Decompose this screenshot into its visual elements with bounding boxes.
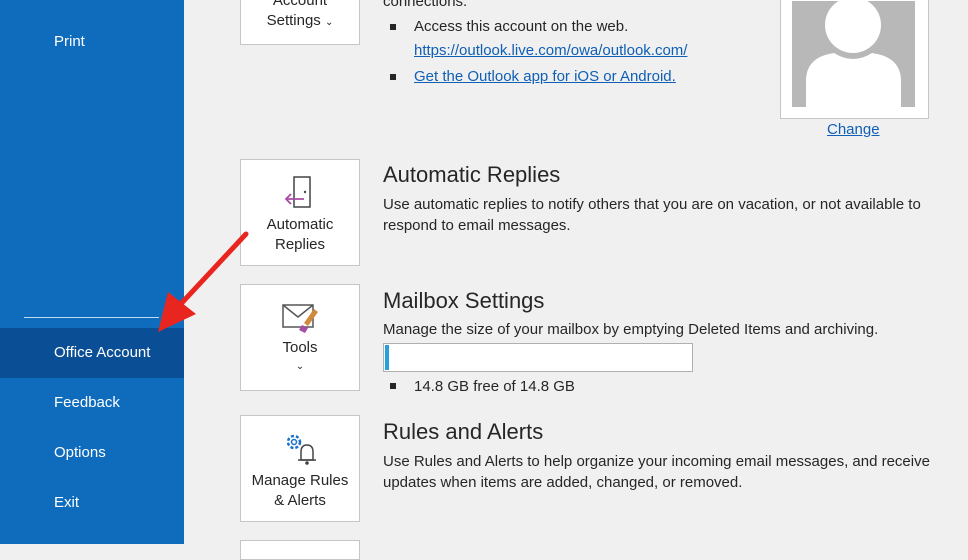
annotation-arrow-icon — [158, 231, 249, 332]
